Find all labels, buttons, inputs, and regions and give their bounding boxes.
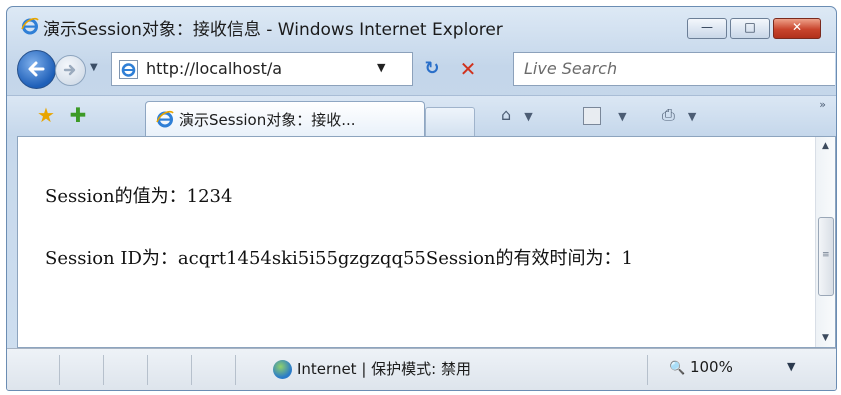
status-divider <box>191 355 192 385</box>
scroll-down-icon[interactable]: ▼ <box>816 329 835 347</box>
zoom-level[interactable]: 🔍 100% <box>669 358 733 376</box>
session-id-text: Session ID为：acqrt1454ski5i55gzgzqq55Sess… <box>45 248 633 269</box>
back-button[interactable] <box>17 50 56 89</box>
address-bar[interactable]: http://localhost/a ▼ <box>111 52 413 86</box>
window-title: 演示Session对象：接收信息 - Windows Internet Expl… <box>43 20 503 40</box>
zoom-dropdown[interactable]: ▼ <box>787 360 795 373</box>
recent-pages-dropdown[interactable]: ▼ <box>90 62 98 73</box>
address-dropdown[interactable]: ▼ <box>377 61 385 74</box>
status-divider <box>647 355 648 385</box>
status-divider <box>147 355 148 385</box>
page-content: Session的值为：1234 Session ID为：acqrt1454ski… <box>17 136 836 348</box>
back-arrow-icon <box>28 61 45 77</box>
print-icon: ⎙ <box>662 105 675 124</box>
print-button[interactable]: ⎙ ▼ <box>662 102 696 128</box>
zoom-value: 100% <box>689 358 733 376</box>
stop-button[interactable]: ✕ <box>455 56 481 82</box>
feeds-button[interactable]: ▼ <box>583 102 627 128</box>
home-dropdown[interactable]: ▼ <box>524 110 532 123</box>
print-dropdown[interactable]: ▼ <box>688 110 696 123</box>
address-input[interactable]: http://localhost/a <box>146 59 368 78</box>
status-divider <box>59 355 60 385</box>
page-ie-icon <box>119 60 138 79</box>
home-icon: ⌂ <box>501 105 512 124</box>
add-favorite-icon[interactable]: ✚ <box>67 104 89 126</box>
minimize-button[interactable]: — <box>687 18 727 39</box>
session-value-text: Session的值为：1234 <box>45 186 233 207</box>
new-tab-button[interactable] <box>425 107 475 136</box>
scroll-up-icon[interactable]: ▲ <box>816 137 835 155</box>
search-box[interactable]: Live Search <box>513 52 835 86</box>
favorites-star-icon[interactable]: ★ <box>35 104 57 126</box>
forward-button[interactable] <box>55 55 86 86</box>
zoom-icon: 🔍 <box>669 361 686 376</box>
status-divider <box>235 355 236 385</box>
feeds-icon <box>583 106 601 125</box>
minimize-icon: — <box>701 20 713 34</box>
home-button[interactable]: ⌂ ▼ <box>501 102 533 128</box>
refresh-button[interactable]: ↻ <box>419 56 445 82</box>
search-input[interactable]: Live Search <box>524 59 617 78</box>
close-icon: ✕ <box>791 20 803 34</box>
navigation-bar: ▼ http://localhost/a ▼ ↻ ✕ Live Search <box>7 47 836 91</box>
vertical-scrollbar[interactable]: ▲ ≡ ▼ <box>815 137 835 347</box>
maximize-button[interactable]: □ <box>730 18 770 39</box>
grip-icon: ≡ <box>822 250 830 260</box>
close-button[interactable]: ✕ <box>773 18 821 39</box>
ie-tab-icon <box>156 110 174 128</box>
ie-window: 演示Session对象：接收信息 - Windows Internet Expl… <box>6 6 837 391</box>
toolbar-more-chevron-icon[interactable]: » <box>819 98 826 111</box>
title-bar: 演示Session对象：接收信息 - Windows Internet Expl… <box>7 7 836 43</box>
maximize-icon: □ <box>744 20 756 34</box>
status-bar: Internet | 保护模式: 禁用 🔍 100% ▼ <box>7 348 836 390</box>
tab-bar: ★ ✚ 演示Session对象：接收... ⌂ ▼ ▼ ⎙ ▼ » <box>7 95 836 136</box>
forward-arrow-icon <box>63 64 76 76</box>
security-zone-text[interactable]: Internet | 保护模式: 禁用 <box>297 358 471 379</box>
ie-logo-icon <box>21 17 39 35</box>
status-divider <box>103 355 104 385</box>
scroll-thumb[interactable]: ≡ <box>818 217 834 296</box>
internet-globe-icon <box>273 360 292 379</box>
tab-active[interactable]: 演示Session对象：接收... <box>145 101 425 136</box>
tab-label: 演示Session对象：接收... <box>179 111 356 129</box>
feeds-dropdown[interactable]: ▼ <box>618 110 626 123</box>
